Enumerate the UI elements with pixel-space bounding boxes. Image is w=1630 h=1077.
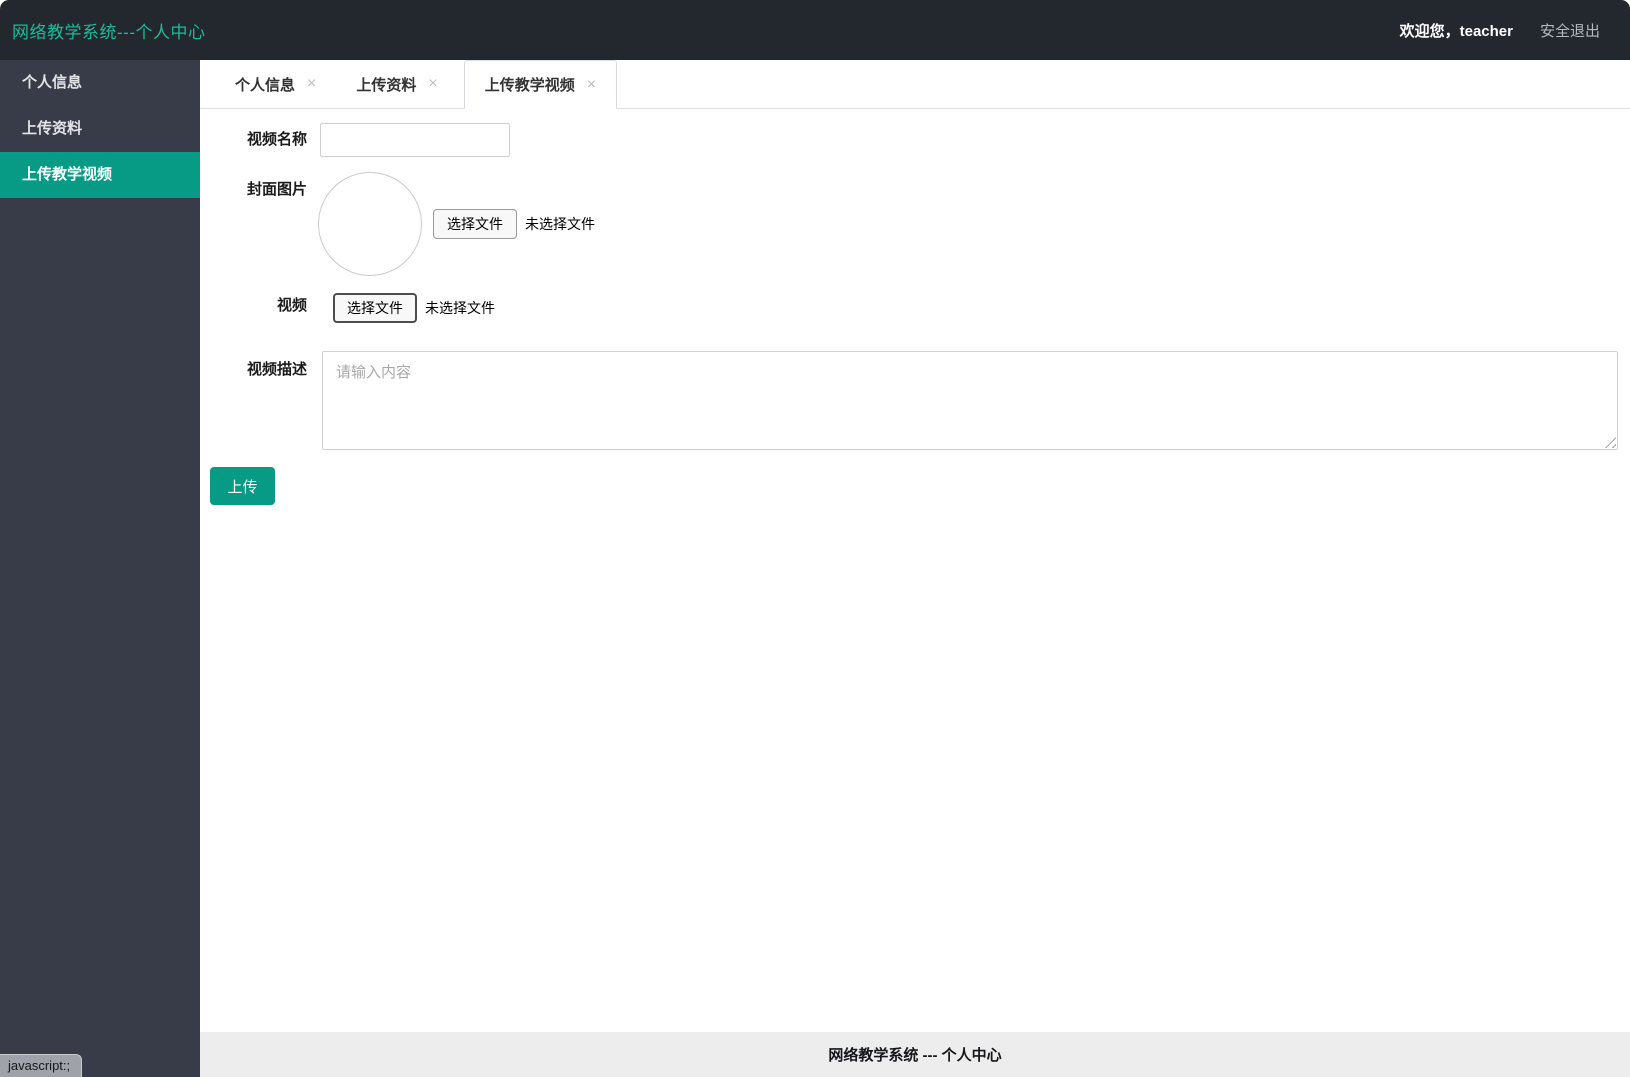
close-icon[interactable]: ×	[428, 76, 437, 92]
tab-bar: 个人信息 × 上传资料 × 上传教学视频 ×	[200, 60, 1630, 109]
video-description-label: 视频描述	[246, 361, 307, 378]
tab-upload-material[interactable]: 上传资料 ×	[336, 60, 457, 108]
page-footer: 网络教学系统 --- 个人中心	[200, 1032, 1630, 1077]
choose-file-button[interactable]: 选择文件	[433, 209, 517, 239]
cover-image-label: 封面图片	[246, 181, 307, 198]
video-description-textarea[interactable]	[322, 351, 1618, 450]
no-file-chosen-text: 未选择文件	[525, 216, 595, 232]
video-file-input: 选择文件 未选择文件	[333, 293, 495, 323]
tab-personal-info[interactable]: 个人信息 ×	[215, 60, 336, 108]
cover-preview-placeholder	[318, 172, 422, 276]
logout-link[interactable]: 安全退出	[1540, 20, 1600, 41]
main-content: 个人信息 × 上传资料 × 上传教学视频 × 视频名称 封面图片 选择文件 未选…	[200, 60, 1630, 1077]
header-right: 欢迎您，teacher 安全退出	[1400, 20, 1600, 41]
sidebar: 个人信息 上传资料 上传教学视频	[0, 60, 200, 1077]
video-file-label: 视频	[276, 297, 307, 314]
tab-label: 上传资料	[356, 76, 417, 94]
sidebar-item-upload-material[interactable]: 上传资料	[0, 106, 200, 152]
app-title: 网络教学系统---个人中心	[12, 22, 206, 42]
tab-upload-video[interactable]: 上传教学视频 ×	[463, 60, 618, 109]
no-file-chosen-text: 未选择文件	[425, 300, 495, 316]
sidebar-item-upload-video[interactable]: 上传教学视频	[0, 152, 200, 198]
status-bar-link-preview: javascript:;	[0, 1054, 83, 1077]
close-icon[interactable]: ×	[587, 76, 596, 93]
choose-file-button[interactable]: 选择文件	[333, 293, 417, 323]
video-name-label: 视频名称	[246, 131, 307, 148]
close-icon[interactable]: ×	[307, 76, 316, 92]
page: 网络教学系统---个人中心 欢迎您，teacher 安全退出 个人信息 上传资料…	[0, 0, 1630, 1077]
tab-label: 上传教学视频	[484, 77, 575, 94]
footer-text: 网络教学系统 --- 个人中心	[828, 1047, 1002, 1064]
welcome-text: 欢迎您，teacher	[1399, 22, 1513, 40]
tab-label: 个人信息	[235, 76, 296, 94]
app-header: 网络教学系统---个人中心 欢迎您，teacher 安全退出	[0, 0, 1630, 60]
sidebar-item-personal-info[interactable]: 个人信息	[0, 60, 200, 106]
video-name-input[interactable]	[320, 123, 510, 157]
upload-button[interactable]: 上传	[210, 467, 275, 505]
cover-file-input: 选择文件 未选择文件	[433, 209, 595, 239]
